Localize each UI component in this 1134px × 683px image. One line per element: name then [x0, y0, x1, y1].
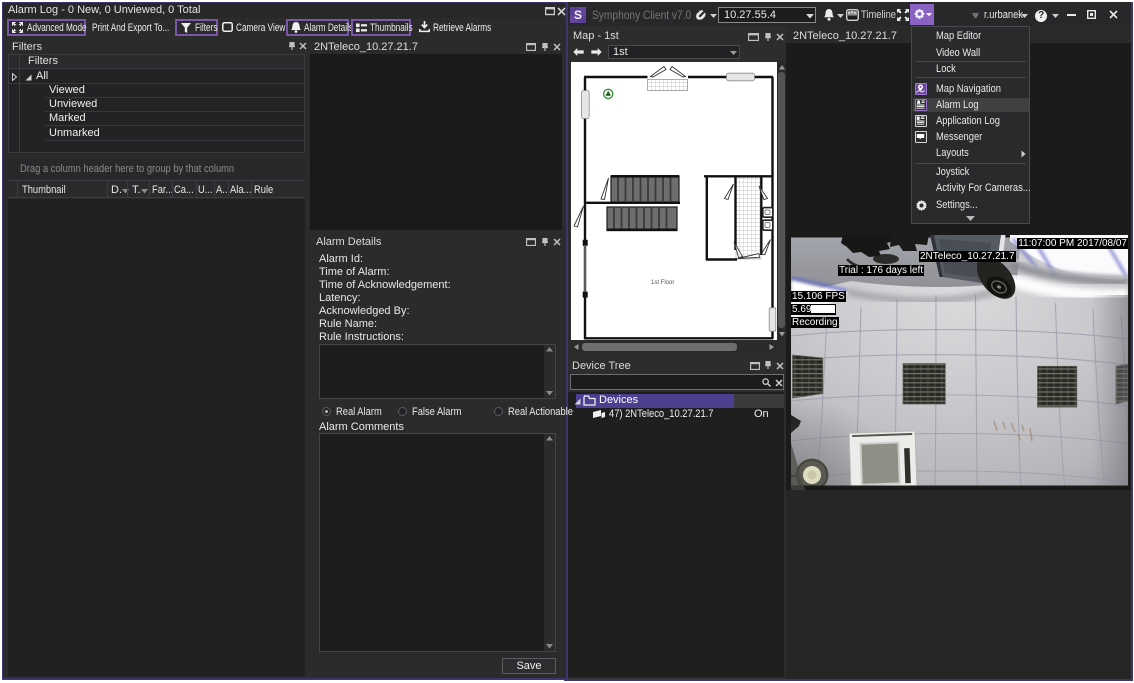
svg-text:1st Floor: 1st Floor [651, 280, 674, 286]
